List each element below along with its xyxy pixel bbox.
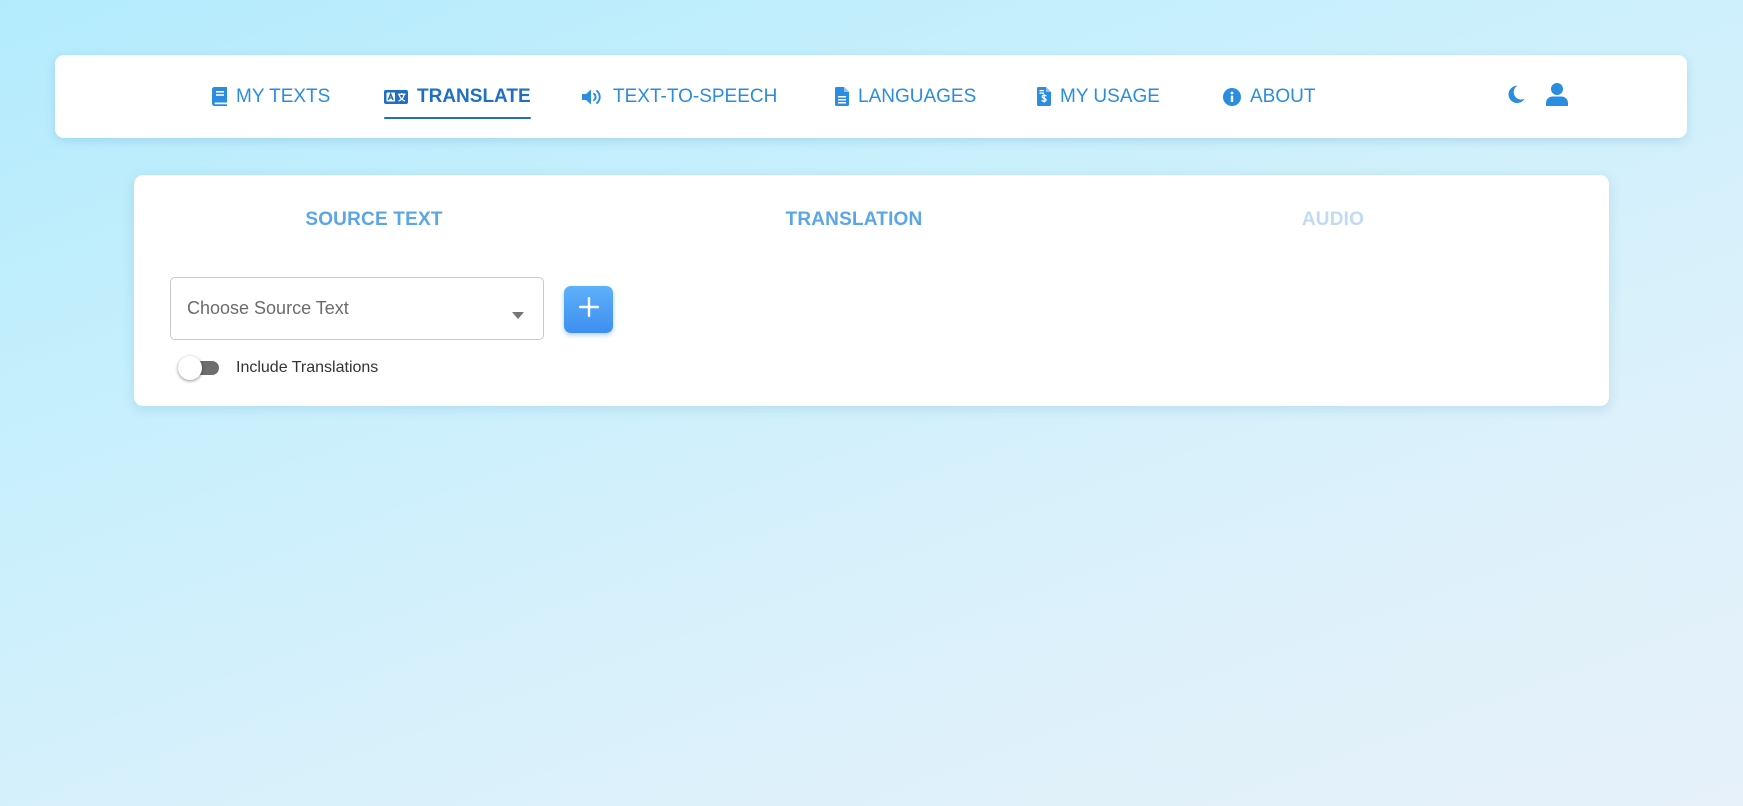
user-account-button[interactable] [1546,55,1568,138]
speaker-icon [582,88,604,106]
caret-down-icon [512,306,524,324]
nav-item-my-usage[interactable]: MY USAGE [1037,55,1160,138]
translate-icon [384,89,408,104]
step-tab-source-text[interactable]: SOURCE TEXT [174,205,574,235]
nav-item-text-to-speech[interactable]: TEXT-TO-SPEECH [582,55,777,138]
step-tab-label: SOURCE TEXT [305,209,443,230]
step-tab-audio: AUDIO [1133,205,1533,235]
include-translations-row: Include Translations [178,355,378,381]
add-source-text-button[interactable] [564,286,613,333]
moon-icon [1507,85,1525,109]
plus-icon [578,297,599,322]
include-translations-label: Include Translations [236,359,379,376]
info-icon [1223,87,1241,106]
source-text-select-placeholder: Choose Source Text [187,298,349,318]
nav-item-label: TRANSLATE [417,85,531,107]
toggle-thumb [178,356,202,380]
user-icon [1546,82,1568,111]
nav-item-label: LANGUAGES [858,85,977,107]
nav-item-label: TEXT-TO-SPEECH [613,85,778,107]
theme-toggle-button[interactable] [1507,55,1525,138]
nav-item-label: ABOUT [1250,85,1316,107]
translate-card: SOURCE TEXT TRANSLATION AUDIO Choose Sou… [134,175,1609,406]
step-tab-label: AUDIO [1301,209,1365,230]
nav-item-languages[interactable]: LANGUAGES [835,55,976,138]
book-icon [212,87,227,106]
nav-item-about[interactable]: ABOUT [1223,55,1315,138]
nav-item-label: MY USAGE [1060,85,1160,107]
top-navigation: MY TEXTS TRANSLATE TEXT-TO-SPEECH LANGUA… [55,55,1687,138]
nav-item-label: MY TEXTS [236,85,331,107]
include-translations-toggle[interactable] [178,355,221,381]
nav-item-translate[interactable]: TRANSLATE [384,55,531,138]
invoice-icon [1037,87,1051,106]
step-tab-translation[interactable]: TRANSLATION [654,205,1054,235]
document-icon [835,87,849,106]
nav-item-my-texts[interactable]: MY TEXTS [212,55,330,138]
step-tab-label: TRANSLATION [785,209,923,230]
source-text-select[interactable]: Choose Source Text [170,277,544,340]
